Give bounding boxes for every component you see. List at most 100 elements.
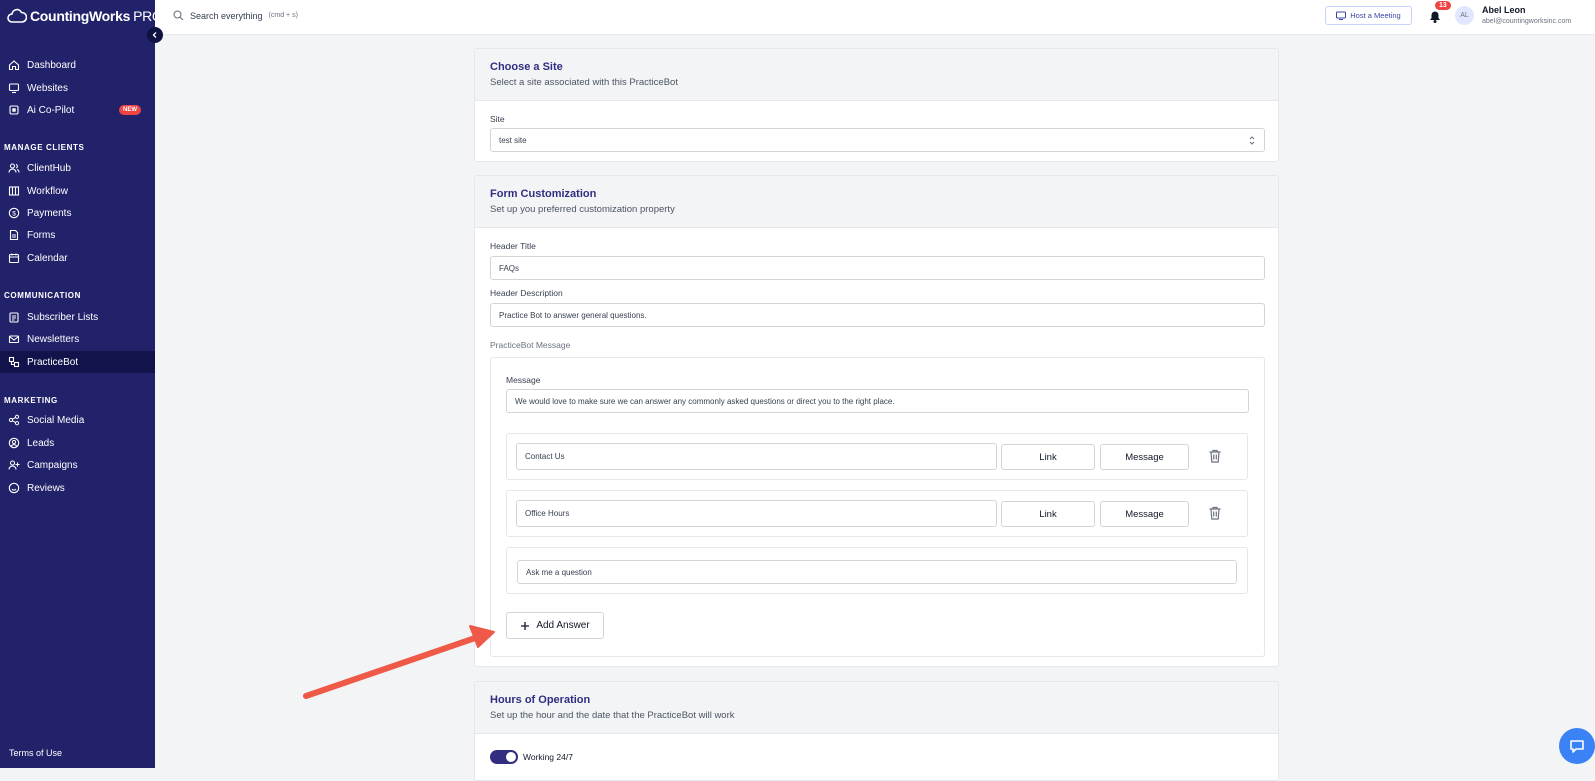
practicebot-message-label: PracticeBot Message <box>490 340 571 350</box>
search-bar[interactable]: Search everything (cmd + s) <box>173 10 298 21</box>
sidebar-item-label: Social Media <box>27 414 85 426</box>
sidebar-item-clienthub[interactable]: ClientHub <box>0 157 155 179</box>
user-name[interactable]: Abel Leon <box>1482 5 1526 15</box>
sidebar-item-label: Campaigns <box>27 459 78 471</box>
document-icon <box>9 229 19 241</box>
smile-icon <box>8 482 20 494</box>
sidebar-item-subscriber-lists[interactable]: Subscriber Lists <box>0 306 155 328</box>
card-title: Choose a Site <box>490 61 563 73</box>
sidebar-item-label: Forms <box>27 229 56 241</box>
sidebar-item-leads[interactable]: Leads <box>0 432 155 454</box>
sidebar-item-ai-copilot[interactable]: Ai Co-Pilot NEW <box>0 99 155 121</box>
chevron-left-icon <box>152 32 157 38</box>
choose-site-header: Choose a Site Select a site associated w… <box>475 49 1278 101</box>
section-title-manage-clients: MANAGE CLIENTS <box>4 143 85 152</box>
answer-row: Contact Us Link Message <box>506 433 1248 480</box>
plus-icon <box>521 621 530 630</box>
mail-icon <box>8 335 20 344</box>
message-label: Message <box>506 375 541 385</box>
header-description-label: Header Description <box>490 288 563 298</box>
sidebar-item-campaigns[interactable]: Campaigns <box>0 454 155 476</box>
section-title-marketing: MARKETING <box>4 396 58 405</box>
bot-icon <box>8 356 20 368</box>
brand-logo[interactable]: CountingWorks PRO <box>7 8 163 24</box>
ask-question-input[interactable]: Ask me a question <box>517 560 1237 584</box>
card-subtitle: Select a site associated with this Pract… <box>490 77 678 88</box>
sidebar-item-label: Payments <box>27 207 72 219</box>
sidebar-item-label: ClientHub <box>27 162 71 174</box>
working-24-7-toggle[interactable] <box>490 750 518 764</box>
search-input[interactable]: Search everything <box>190 11 263 21</box>
add-answer-button[interactable]: Add Answer <box>506 612 604 639</box>
share-icon <box>8 414 20 426</box>
sidebar-item-label: Newsletters <box>27 333 80 345</box>
brand-name: CountingWorks <box>30 8 131 24</box>
card-subtitle: Set up the hour and the date that the Pr… <box>490 710 735 721</box>
host-meeting-label: Host a Meeting <box>1350 11 1401 20</box>
answer-text-input[interactable]: Office Hours <box>516 500 997 527</box>
sidebar-item-social-media[interactable]: Social Media <box>0 409 155 431</box>
hours-of-operation-card: Hours of Operation Set up the hour and t… <box>474 681 1279 781</box>
sidebar-item-label: Subscriber Lists <box>27 311 99 323</box>
avatar[interactable]: AL <box>1455 6 1474 25</box>
add-answer-label: Add Answer <box>536 620 590 631</box>
form-customization-card: Form Customization Set up you preferred … <box>474 175 1279 667</box>
question-row: Ask me a question <box>506 547 1248 594</box>
sidebar-item-label: Websites <box>27 82 68 94</box>
sidebar-item-forms[interactable]: Forms <box>0 224 155 246</box>
top-bar: Search everything (cmd + s) Host a Meeti… <box>155 0 1595 35</box>
dollar-icon: $ <box>8 207 20 219</box>
monitor-icon <box>8 83 20 94</box>
sidebar-item-label: Dashboard <box>27 59 76 71</box>
users-icon <box>8 163 20 173</box>
sidebar-item-workflow[interactable]: Workflow <box>0 180 155 202</box>
chat-icon <box>1570 740 1584 753</box>
search-icon <box>173 10 184 21</box>
sidebar-item-label: PracticeBot <box>27 356 79 368</box>
sidebar: CountingWorks PRO Dashboard Websites Ai C… <box>0 0 163 768</box>
sidebar-item-websites[interactable]: Websites <box>0 77 155 99</box>
cloud-logo-icon <box>7 8 27 23</box>
site-select[interactable]: test site <box>490 128 1265 152</box>
terms-of-use-link[interactable]: Terms of Use <box>9 748 62 758</box>
calendar-icon <box>8 253 20 264</box>
sidebar-item-label: Leads <box>27 437 55 449</box>
sidebar-item-reviews[interactable]: Reviews <box>0 477 155 499</box>
sidebar-item-payments[interactable]: $ Payments <box>0 202 155 224</box>
sidebar-item-newsletters[interactable]: Newsletters <box>0 328 155 350</box>
bell-icon[interactable] <box>1427 8 1443 24</box>
site-select-value: test site <box>499 135 527 145</box>
section-title-communication: COMMUNICATION <box>4 291 81 300</box>
card-title: Form Customization <box>490 188 597 200</box>
collapse-sidebar-button[interactable] <box>147 27 163 43</box>
columns-icon <box>8 186 20 196</box>
trash-icon[interactable] <box>1207 448 1223 464</box>
chat-widget-button[interactable] <box>1559 728 1595 764</box>
message-input[interactable]: We would love to make sure we can answer… <box>506 389 1249 413</box>
answer-text-input[interactable]: Contact Us <box>516 443 997 470</box>
sidebar-item-label: Workflow <box>27 185 68 197</box>
trash-icon[interactable] <box>1207 505 1223 521</box>
link-button[interactable]: Link <box>1001 444 1095 470</box>
link-button[interactable]: Link <box>1001 501 1095 527</box>
user-email: abel@countingworksinc.com <box>1482 18 1572 25</box>
answer-row: Office Hours Link Message <box>506 490 1248 537</box>
user-circle-icon <box>8 437 20 449</box>
message-button[interactable]: Message <box>1100 501 1189 527</box>
home-icon <box>8 60 20 71</box>
svg-text:$: $ <box>12 210 16 217</box>
sidebar-item-practicebot[interactable]: PracticeBot <box>0 351 155 373</box>
card-subtitle: Set up you preferred customization prope… <box>490 204 675 215</box>
sidebar-item-dashboard[interactable]: Dashboard <box>0 54 155 76</box>
sidebar-item-calendar[interactable]: Calendar <box>0 247 155 269</box>
header-title-input[interactable]: FAQs <box>490 256 1265 280</box>
video-icon <box>1336 11 1347 20</box>
header-description-input[interactable]: Practice Bot to answer general questions… <box>490 303 1265 327</box>
sidebar-item-label: Calendar <box>27 252 68 264</box>
sidebar-item-label: Reviews <box>27 482 65 494</box>
message-button[interactable]: Message <box>1100 444 1189 470</box>
new-badge: NEW <box>119 105 141 115</box>
header-title-label: Header Title <box>490 241 536 251</box>
host-meeting-button[interactable]: Host a Meeting <box>1325 6 1412 25</box>
notification-count-badge: 13 <box>1435 1 1451 10</box>
